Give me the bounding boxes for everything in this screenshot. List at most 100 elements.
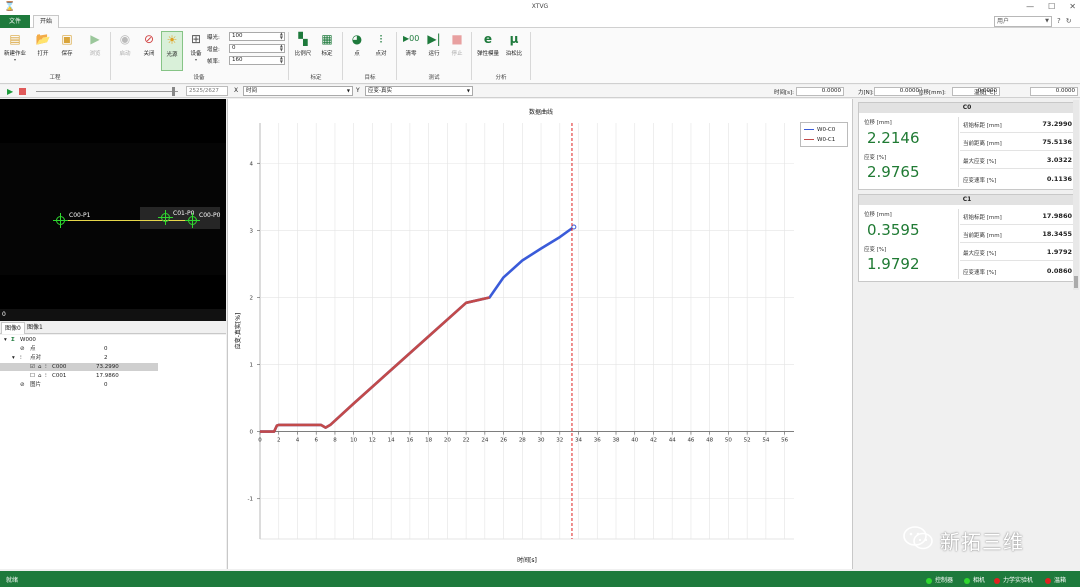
chevron-down-icon: ▼ (346, 88, 350, 93)
expand-icon[interactable]: ▾ (12, 354, 15, 362)
checkbox-checked-icon[interactable]: ☑ (30, 363, 35, 371)
results-panel: C0 位移 [mm] 2.2146 应变 [%] 2.9765 初始标距 [mm… (855, 99, 1080, 569)
elastic-modulus-button[interactable]: e 弹性模量 (475, 31, 501, 57)
scrollbar-thumb[interactable] (1074, 276, 1078, 288)
group-label-calibration: 标定 (310, 75, 322, 81)
frame-slider-handle[interactable] (172, 87, 175, 96)
tree-item-value: 2 (104, 355, 108, 361)
minimize-icon[interactable]: — (1026, 2, 1034, 11)
exposure-input[interactable]: 100 ▲ ▼ (229, 32, 285, 41)
tab-file[interactable]: 文件 (0, 15, 30, 28)
tree-row-root[interactable]: ▾ Ʃ W000 (0, 336, 158, 344)
play-icon[interactable]: ▶ (7, 87, 13, 96)
crosshair-icon[interactable] (53, 213, 68, 228)
new-job-button[interactable]: ▤ 新建作业 ▾ (4, 31, 26, 62)
camera-view[interactable]: C00-P1 C01-P0 C00-P0 0 (0, 99, 226, 321)
chart-panel[interactable]: 数据曲线 0 2 4 6 8 10 12 14 16 18 20 22 24 26 28 30 32 34 36 38… (227, 99, 853, 569)
crosshair-icon[interactable] (185, 213, 200, 228)
expand-icon[interactable]: ▾ (4, 336, 7, 344)
calibrate-button[interactable]: ▦ 标定 (316, 31, 338, 57)
tree-row-points[interactable]: ⊘ 点 0 (0, 345, 158, 353)
tree-row-c000[interactable]: ☑ ⌂ ⁝ C000 73.2990 (0, 363, 158, 371)
tree-row-point-pairs[interactable]: ▾ ⁝ 点对 2 (0, 354, 158, 362)
user-select[interactable]: 用户 ▼ (994, 16, 1052, 27)
x-tick-label: 22 (463, 438, 470, 444)
checkbox-unchecked-icon[interactable]: ☐ (30, 372, 35, 380)
initial-gauge-value: 17.9860 (1042, 212, 1072, 220)
point-button[interactable]: ◕ 点 (346, 31, 368, 57)
close-device-button[interactable]: ⊘ 关闭 (138, 31, 160, 57)
frame-rate-input[interactable]: 160 ▲ ▼ (229, 56, 285, 65)
tab-start[interactable]: 开始 (33, 15, 59, 29)
open-button[interactable]: 📂 打开 (32, 31, 54, 57)
x-tick-label: 16 (406, 438, 413, 444)
close-icon[interactable]: ✕ (1069, 2, 1076, 11)
y-axis-label: Y (356, 87, 360, 94)
tree-row-c001[interactable]: ☐ ⌂ ⁝ C001 17.9860 (0, 372, 158, 380)
y-axis-title: 应变-真实[%] (234, 313, 242, 350)
x-tick-label: 34 (575, 438, 582, 444)
refresh-icon[interactable]: ↻ (1066, 17, 1072, 25)
frame-counter: 2525/2627 (186, 86, 228, 96)
x-tick-label: 50 (725, 438, 732, 444)
start-button[interactable]: ◉ 启动 (114, 31, 136, 57)
scale-ruler-button[interactable]: ▚ 比例尺 (292, 31, 314, 57)
device-settings-button[interactable]: ⊞ 设备 ▾ (185, 31, 207, 62)
device-icon: ⊞ (190, 32, 202, 46)
stop-square-icon[interactable] (19, 88, 26, 95)
x-tick-label: 10 (350, 438, 357, 444)
current-distance-label: 当前距离 [mm] (963, 141, 1002, 147)
max-strain-label: 最大应变 [%] (963, 251, 997, 257)
video-scrollbar[interactable]: 0 (0, 309, 226, 321)
stop-button[interactable]: ■ 停止 (446, 31, 468, 57)
video-scroll-value: 0 (2, 311, 6, 318)
tree-item-value: 0 (104, 382, 108, 388)
data-curve-chart[interactable]: 0 2 4 6 8 10 12 14 16 18 20 22 24 26 28 30 32 34 36 38 40 42 4… (228, 99, 854, 569)
spinner-arrows-icon[interactable]: ▲ ▼ (280, 44, 283, 52)
help-icon[interactable]: ? (1057, 17, 1061, 25)
poisson-ratio-button[interactable]: μ 泊松比 (503, 31, 525, 57)
max-strain-value: 3.0322 (1046, 156, 1072, 164)
tree-item-label: 图片 (30, 382, 42, 388)
tab-image0[interactable]: 图像0 (1, 322, 25, 334)
chart-legend: W0-C0 W0-C1 (800, 122, 848, 147)
tree-row-images[interactable]: ⊘ 图片 0 (0, 381, 158, 389)
lock-icon[interactable]: ⌂ (38, 372, 42, 380)
tab-image1[interactable]: 图像1 (24, 322, 46, 334)
spinner-arrows-icon[interactable]: ▲ ▼ (280, 32, 283, 40)
browse-button[interactable]: ▶ 浏览 (84, 31, 106, 57)
strain-label: 应变 [%] (864, 155, 887, 161)
maximize-icon[interactable]: ☐ (1048, 2, 1055, 11)
temperature-readout-label: 温度[℃]: (974, 90, 998, 96)
playback-toolbar: ▶ 2525/2627 X 时间 ▼ Y 应变-真实 ▼ 时间[s]: 0.00… (0, 85, 1080, 98)
gauge-length-line (60, 220, 194, 221)
force-readout-label: 力[N]: (858, 90, 874, 96)
x-tick-label: 48 (706, 438, 713, 444)
x-tick-label: 40 (631, 438, 638, 444)
gain-input[interactable]: 0 ▲ ▼ (229, 44, 285, 53)
result-card-title: C0 (859, 103, 1075, 113)
x-axis-select[interactable]: 时间 ▼ (243, 86, 353, 96)
status-chamber: 温箱 (1045, 575, 1066, 584)
frame-slider[interactable] (36, 91, 178, 92)
results-scrollbar[interactable] (1073, 100, 1079, 290)
spinner-arrows-icon[interactable]: ▲ ▼ (280, 56, 283, 64)
crosshair-icon[interactable] (158, 210, 173, 225)
run-button[interactable]: ▶| 运行 (423, 31, 445, 57)
legend-item-c1: W0-C1 (804, 136, 835, 144)
displacement-label: 位移 [mm] (864, 212, 892, 218)
save-button[interactable]: ▣ 保存 (56, 31, 78, 57)
point-pair-button[interactable]: ⁝ 点对 (370, 31, 392, 57)
x-tick-label: 6 (314, 438, 318, 444)
tree-item-label: C001 (52, 373, 67, 379)
light-button[interactable]: ☀ 光源 (161, 31, 183, 71)
tree-item-value: 0 (104, 346, 108, 352)
run-icon: ▶| (427, 32, 441, 46)
chart-ticks: 0 2 4 6 8 10 12 14 16 18 20 22 24 26 28 30 32 34 36 38 40 42 4… (248, 161, 789, 502)
lock-icon[interactable]: ⌂ (38, 363, 42, 371)
y-axis-select[interactable]: 应变-真实 ▼ (365, 86, 473, 96)
zero-button[interactable]: ▶00 清零 (400, 31, 422, 57)
displacement-value: 0.3595 (867, 221, 920, 239)
group-label-device: 设备 (193, 75, 205, 81)
window-title: XTVG (531, 3, 549, 10)
